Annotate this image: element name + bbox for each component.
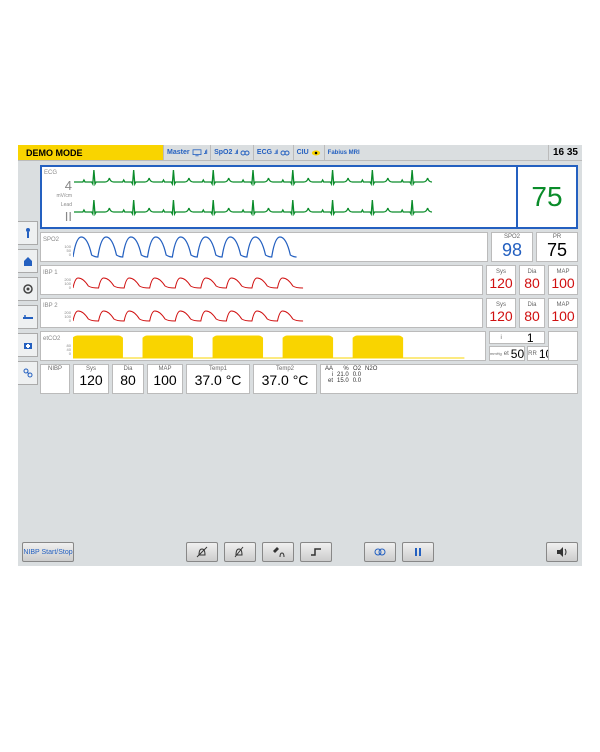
monitor-icon — [192, 149, 202, 157]
bell-off-icon — [195, 545, 209, 559]
sidebar — [18, 161, 38, 538]
bottom-toolbar: NIBP Start/Stop — [18, 538, 582, 566]
gear-icon — [22, 283, 34, 295]
spo2-panel: SPO2 100 50 0 — [40, 232, 488, 262]
etco2-waveform — [73, 332, 485, 360]
source-tabs: Master .ıI SpO2 .ıI ECG .ıI CIU Fabius M… — [163, 145, 548, 160]
etco2-insp: i1 — [489, 331, 545, 344]
tab-master[interactable]: Master .ıI — [163, 145, 210, 160]
nibp-start-stop-button[interactable]: NIBP Start/Stop — [22, 542, 74, 562]
nibp-sys: Sys120 — [73, 364, 109, 394]
ibp1-panel: IBP 1 200 100 0 — [40, 265, 483, 295]
clock: 16 35 — [548, 145, 582, 160]
monitor-screen: DEMO MODE Master .ıI SpO2 .ıI ECG .ıI CI… — [18, 145, 582, 566]
top-bar: DEMO MODE Master .ıI SpO2 .ıI ECG .ıI CI… — [18, 145, 582, 161]
ibp1-dia: Dia80 — [519, 265, 545, 295]
ibp1-map: MAP100 — [548, 265, 578, 295]
temp1: Temp137.0 °C — [186, 364, 250, 394]
etco2-spare — [548, 331, 578, 361]
eye-icon — [311, 149, 321, 157]
sidebar-device[interactable] — [18, 361, 38, 385]
alarm-settings-button[interactable] — [262, 542, 294, 562]
bell-pause-icon — [233, 545, 247, 559]
ibp1-sys: Sys120 — [486, 265, 516, 295]
tab-fabius[interactable]: Fabius MRI — [324, 145, 363, 160]
tab-ciu[interactable]: CIU — [293, 145, 324, 160]
device-icon — [22, 367, 34, 379]
step-icon — [309, 545, 323, 559]
patient-icon — [22, 227, 34, 239]
sidebar-patient[interactable] — [18, 221, 38, 245]
main-area: ECG 4mV/cm LeadII 75 — [38, 161, 582, 538]
ibp2-sys: Sys120 — [486, 298, 516, 328]
demo-mode-badge: DEMO MODE — [18, 145, 163, 160]
ibp1-waveform — [73, 266, 482, 294]
bed-icon — [22, 311, 34, 323]
ibp2-panel: IBP 2 200 100 0 — [40, 298, 483, 328]
sidebar-settings[interactable] — [18, 277, 38, 301]
pause-button[interactable] — [402, 542, 434, 562]
temp2: Temp237.0 °C — [253, 364, 317, 394]
ecg-panel: ECG 4mV/cm LeadII 75 — [40, 165, 578, 229]
home-icon — [22, 255, 34, 267]
signal-icon: .ıI — [234, 150, 238, 156]
ibp2-map: MAP100 — [548, 298, 578, 328]
sidebar-case[interactable] — [18, 333, 38, 357]
sidebar-home[interactable] — [18, 249, 38, 273]
etco2-et: mmHget50 — [489, 346, 525, 361]
hr-value: 75 — [531, 181, 562, 213]
hr-value-box: 75 — [516, 167, 576, 227]
signal-icon: .ıI — [274, 150, 278, 156]
speaker-icon — [555, 545, 569, 559]
spo2-waveform — [73, 233, 487, 261]
sidebar-bed[interactable] — [18, 305, 38, 329]
nibp-map: MAP100 — [147, 364, 183, 394]
alarm-silence-button[interactable] — [186, 542, 218, 562]
trend-button[interactable] — [364, 542, 396, 562]
signal-icon: .ıI — [204, 150, 208, 156]
wrench-bell-icon — [271, 545, 285, 559]
tab-spo2[interactable]: SpO2 .ıI — [210, 145, 253, 160]
numeric-strip: NIBP Sys120 Dia80 MAP100 Temp137.0 °C Te… — [40, 364, 578, 394]
spo2-box: SPO298 — [491, 232, 533, 262]
link-icon — [280, 149, 290, 157]
sound-button[interactable] — [546, 542, 578, 562]
nibp-dia: Dia80 — [112, 364, 144, 394]
link-icon — [240, 149, 250, 157]
ibp2-dia: Dia80 — [519, 298, 545, 328]
tab-ecg[interactable]: ECG .ıI — [253, 145, 293, 160]
case-icon — [22, 339, 34, 351]
ibp2-waveform — [73, 299, 482, 327]
gas-table: AA%O2N2O i21.00.0 et15.00.0 — [320, 364, 578, 394]
freeze-button[interactable] — [300, 542, 332, 562]
pause-icon — [411, 545, 425, 559]
pr-box: PR75 — [536, 232, 578, 262]
alarm-suspend-button[interactable] — [224, 542, 256, 562]
chart-icon — [373, 545, 387, 559]
etco2-panel: etCO2 80 40 0 — [40, 331, 486, 361]
ecg-waveform — [74, 167, 516, 227]
